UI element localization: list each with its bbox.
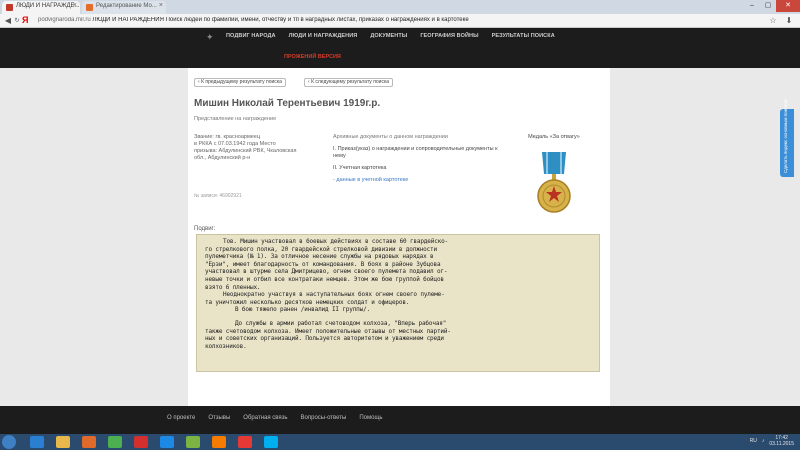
feat-line: ных и советских организаций. Пользуется …: [205, 335, 444, 343]
archive-docs-header: Архивные документы о данном награждении: [333, 134, 448, 140]
feat-line: та уничтожил несколько десятков немецких…: [205, 298, 410, 306]
browser-tab-active[interactable]: ЛЮДИ И НАГРАЖДЕ... ×: [2, 1, 80, 14]
url-field[interactable]: podvignaroda.mil.ru ЛЮДИ И НАГРАЖДЕНИЯ П…: [38, 17, 718, 23]
os-taskbar: RU ♪ 17:42 03.11.2015: [0, 434, 800, 450]
feat-line: До службы в армии работал счетоводом кол…: [235, 319, 447, 327]
info-line: призыва: Абдулинский РВК, Чкаловская: [194, 148, 297, 154]
person-info: Звание: гв. красноармеец в РККА с 07.03.…: [194, 134, 326, 162]
media-icon[interactable]: [82, 436, 96, 448]
page-title-in-address: ЛЮДИ И НАГРАЖДЕНИЯ Поиск людей по фамили…: [92, 17, 469, 23]
nav-item-war-geography[interactable]: ГЕОГРАФИЯ ВОЙНЫ: [420, 33, 478, 39]
language-indicator[interactable]: RU: [750, 438, 757, 444]
info-line: Звание: гв. красноармеец: [194, 134, 260, 140]
site-footer: О проекте Отзывы Обратная связь Вопросы-…: [0, 406, 800, 434]
yandex-logo: Я: [22, 15, 29, 25]
maximize-icon[interactable]: ▢: [760, 0, 776, 12]
clock-date: 03.11.2015: [769, 441, 794, 447]
chrome-icon[interactable]: [108, 436, 122, 448]
prev-result-button[interactable]: ‹ К предыдущему результату поиска: [194, 78, 286, 87]
footer-link-about[interactable]: О проекте: [167, 415, 195, 421]
site-favicon-icon: [6, 4, 13, 11]
feat-line: Тов. Мишин участвовал в боевых действиях…: [223, 238, 449, 245]
clock[interactable]: 17:42 03.11.2015: [769, 435, 794, 447]
system-tray: RU ♪ 17:42 03.11.2015: [750, 435, 794, 447]
feat-line: Неоднократно участвуя в наступательных б…: [223, 291, 445, 299]
feat-line: пулеметчика (№ 1). За отличное несение с…: [205, 253, 434, 261]
medal-block: Медаль «За отвагу»: [514, 134, 594, 220]
window-controls: – ▢ ✕: [744, 0, 800, 14]
yandex-default-search-widget[interactable]: Сделать яндекс основным поиском: [780, 99, 794, 177]
download-icon[interactable]: ⬇: [784, 16, 794, 26]
nav-item-documents[interactable]: ДОКУМЕНТЫ: [370, 33, 407, 39]
ie-icon[interactable]: [30, 436, 44, 448]
feat-line: го стрелкового полка, 20 гвардейской стр…: [205, 245, 437, 253]
footer-nav: О проекте Отзывы Обратная связь Вопросы-…: [167, 415, 383, 421]
nav-item-search-results[interactable]: РЕЗУЛЬТАТЫ ПОИСКА: [492, 33, 555, 39]
app-icon[interactable]: [186, 436, 200, 448]
nav-item-people-awards[interactable]: ЛЮДИ И НАГРАЖДЕНИЯ: [289, 33, 358, 39]
bookmark-star-icon[interactable]: ☆: [768, 16, 778, 26]
doc-order-link[interactable]: I. Приказ(указ) о награждении и сопровод…: [333, 146, 503, 160]
feat-label: Подвиг:: [194, 226, 216, 232]
feat-line: В бою тяжело ранен /инвалид II группы/.: [235, 306, 371, 314]
feat-line: участвовал в штурме села Дмитрицево, огн…: [205, 268, 448, 276]
doc-card-file-link[interactable]: II. Учетная картотека: [333, 165, 503, 172]
opera-icon[interactable]: [134, 436, 148, 448]
site-favicon-icon: [86, 4, 93, 11]
info-line: обл., Абдулинский р-н: [194, 155, 251, 161]
minimize-icon[interactable]: –: [744, 0, 760, 12]
feat-line: "Ерзи", имеет благодарность от командова…: [205, 260, 441, 268]
next-result-label: К следующему результату поиска: [311, 79, 390, 85]
footer-link-faq[interactable]: Вопросы-ответы: [301, 415, 347, 421]
feat-line: невые точки и отбил все контратаки немце…: [205, 275, 444, 283]
reload-icon[interactable]: ↻: [12, 16, 22, 26]
app-icon[interactable]: [212, 436, 226, 448]
close-window-icon[interactable]: ✕: [776, 0, 800, 12]
browser-tab-inactive[interactable]: Редактирование Мо... ×: [82, 1, 166, 14]
special-version-link[interactable]: ПРОЖЕНИЙ ВЕРСИЯ: [284, 54, 341, 60]
medal-label: Медаль «За отвагу»: [528, 134, 580, 140]
feat-line: также счетоводом колхоза. Имеет положите…: [205, 327, 451, 335]
record-number: № записи: 46902921: [194, 193, 242, 199]
person-name: Мишин Николай Терентьевич 1919г.р.: [194, 98, 381, 109]
award-subtitle: Представление на награждение: [194, 116, 277, 122]
side-widget-label: Сделать яндекс основным поиском: [783, 99, 788, 173]
start-button-icon[interactable]: [2, 435, 16, 449]
prev-result-label: К предыдущему результату поиска: [201, 79, 282, 85]
close-tab-icon[interactable]: ×: [159, 2, 163, 9]
volume-icon[interactable]: ♪: [762, 438, 765, 444]
word-icon[interactable]: [160, 436, 174, 448]
main-content: ‹ К предыдущему результату поиска ‹ К сл…: [188, 68, 610, 406]
archive-docs: Архивные документы о данном награждении …: [333, 134, 503, 184]
site-main-nav: ПОДВИГ НАРОДА ЛЮДИ И НАГРАЖДЕНИЯ ДОКУМЕН…: [226, 33, 555, 39]
feat-document-scan[interactable]: Тов. Мишин участвовал в боевых действиях…: [196, 234, 600, 372]
site-header: ✦ ПОДВИГ НАРОДА ЛЮДИ И НАГРАЖДЕНИЯ ДОКУМ…: [0, 28, 800, 68]
footer-link-help[interactable]: Помощь: [359, 415, 382, 421]
nav-item-podvig-naroda[interactable]: ПОДВИГ НАРОДА: [226, 33, 276, 39]
next-result-button[interactable]: ‹ К следующему результату поиска: [304, 78, 394, 87]
close-tab-icon[interactable]: ×: [73, 2, 77, 9]
info-line: в РККА с 07.03.1942 года Место: [194, 141, 276, 147]
feat-line: взято 6 пленных.: [205, 283, 261, 291]
medal-za-otvagu-icon[interactable]: [534, 152, 574, 218]
url-host: podvignaroda.mil.ru: [38, 17, 91, 23]
feat-line: колхозников.: [205, 342, 247, 350]
explorer-icon[interactable]: [56, 436, 70, 448]
address-bar: ◀ ↻ Я podvignaroda.mil.ru ЛЮДИ И НАГРАЖД…: [0, 14, 800, 28]
footer-link-feedback[interactable]: Обратная связь: [243, 415, 287, 421]
card-file-data-link[interactable]: - данные в учетной картотеке: [333, 177, 503, 184]
browser-tab-bar: ЛЮДИ И НАГРАЖДЕ... × Редактирование Мо..…: [0, 0, 800, 14]
skype-icon[interactable]: [264, 436, 278, 448]
browser-tab-title: Редактирование Мо...: [96, 3, 157, 9]
eagle-logo-icon[interactable]: ✦: [206, 33, 220, 42]
yandex-browser-icon[interactable]: [238, 436, 252, 448]
address-bar-tools: ☆ ⬇: [768, 16, 794, 26]
browser-tab-title: ЛЮДИ И НАГРАЖДЕ...: [16, 3, 80, 9]
footer-link-reviews[interactable]: Отзывы: [208, 415, 230, 421]
